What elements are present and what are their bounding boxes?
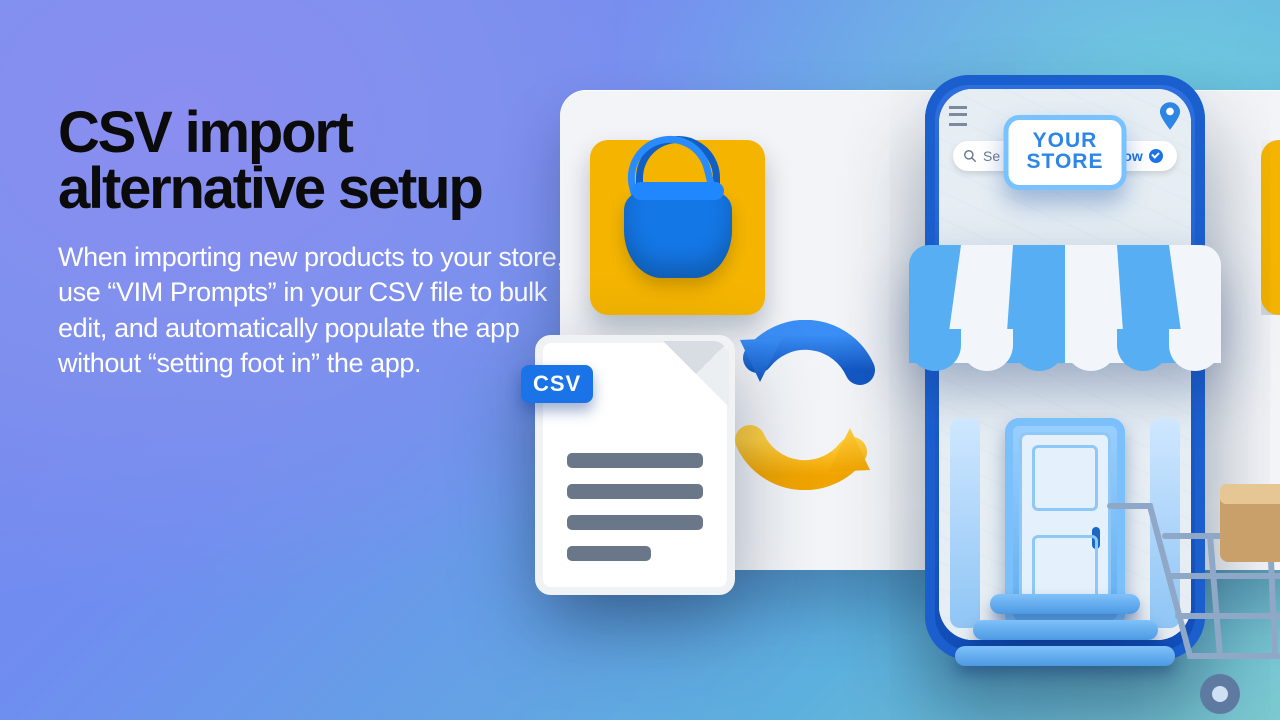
csv-tag: CSV [521,365,593,403]
store-sign: YOUR STORE [1004,115,1127,190]
location-pin-icon [1159,102,1181,130]
shopping-cart-icon [1070,466,1280,720]
product-tile [1261,140,1280,315]
menu-icon [949,106,967,126]
csv-document-icon: CSV [535,335,735,595]
copy-block: CSV import alternative setup When import… [58,105,598,382]
headline: CSV import alternative setup [58,105,598,218]
check-icon [1149,149,1163,163]
search-icon [963,149,977,163]
body-text: When importing new products to your stor… [58,240,578,383]
csv-lines [567,453,703,561]
promo-slide: CSV import alternative setup When import… [0,0,1280,720]
sync-arrows-icon [720,320,890,490]
product-tile [590,140,765,315]
search-placeholder: Se [983,148,1000,164]
bag-icon [624,192,732,278]
